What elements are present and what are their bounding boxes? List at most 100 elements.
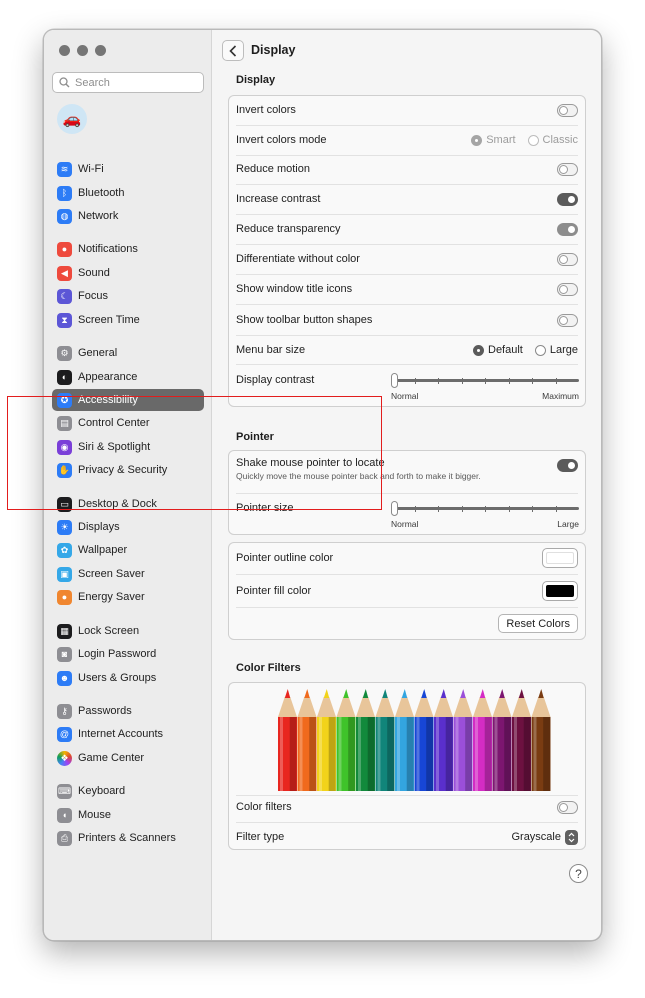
sidebar-item-keyboard[interactable]: ⌨ Keyboard	[52, 780, 204, 802]
sidebar-item-wi-fi[interactable]: ≋ Wi-Fi	[52, 158, 204, 180]
pencil-7	[395, 689, 414, 791]
pencil-4	[336, 689, 356, 791]
pencil-13	[512, 689, 531, 791]
sidebar-item-wallpaper[interactable]: ✿ Wallpaper	[52, 539, 204, 561]
differentiate-without-color-label: Differentiate without color	[236, 253, 360, 265]
hourglass-icon: ⧗	[57, 312, 72, 328]
search-field[interactable]	[52, 72, 204, 93]
sidebar-item-energy-saver[interactable]: ● Energy Saver	[52, 586, 204, 608]
slider-thumb[interactable]	[391, 501, 398, 516]
reduce-motion-label: Reduce motion	[236, 163, 310, 175]
users-icon: ☻	[57, 670, 72, 686]
radio-smart[interactable]: Smart	[471, 134, 516, 146]
avatar[interactable]: 🚗	[57, 104, 87, 134]
car-emoji: 🚗	[62, 111, 82, 128]
zoom-button[interactable]	[95, 45, 106, 56]
fill-color-label: Pointer fill color	[236, 585, 312, 597]
filter-type-select[interactable]: Grayscale	[511, 829, 578, 845]
sidebar-item-game-center[interactable]: ❖ Game Center	[52, 747, 204, 769]
mouse-icon: ◖	[57, 807, 72, 823]
at-icon: @	[57, 726, 72, 742]
close-button[interactable]	[59, 45, 70, 56]
slider-thumb[interactable]	[391, 373, 398, 388]
window-title-icons-toggle[interactable]	[557, 282, 578, 296]
differentiate-without-color-toggle[interactable]	[557, 252, 578, 266]
filter-type-value: Grayscale	[511, 831, 561, 843]
wifi-icon: ≋	[57, 161, 72, 177]
fill-color-well[interactable]	[542, 581, 578, 601]
sidebar-item-internet-accounts[interactable]: @ Internet Accounts	[52, 723, 204, 745]
sidebar-item-network[interactable]: ◍ Network	[52, 205, 204, 227]
reduce-motion-toggle[interactable]	[557, 162, 578, 176]
color-filters-label: Color filters	[236, 801, 292, 813]
pencils-preview-image	[278, 689, 551, 791]
display-settings-group: Invert colors Invert colors mode Smart C…	[228, 95, 586, 407]
pointer-size-slider[interactable]: Normal Large	[391, 500, 579, 530]
sidebar-item-bluetooth[interactable]: ᛒ Bluetooth	[52, 182, 204, 204]
back-button[interactable]	[222, 40, 244, 61]
filter-type-label: Filter type	[236, 831, 285, 843]
sidebar-item-displays[interactable]: ☀ Displays	[52, 516, 204, 538]
padlock-icon: ◙	[57, 646, 72, 662]
pencil-5	[356, 689, 375, 791]
toolbar-button-shapes-row: Show toolbar button shapes	[236, 312, 578, 328]
sidebar-item-mouse[interactable]: ◖ Mouse	[52, 804, 204, 826]
bell-icon: ●	[57, 241, 72, 257]
sidebar-item-general[interactable]: ⚙ General	[52, 342, 204, 364]
screen-saver-icon: ▣	[57, 566, 72, 582]
sidebar-item-notifications[interactable]: ● Notifications	[52, 238, 204, 260]
pencil-9	[434, 689, 453, 791]
sidebar-item-screen-time[interactable]: ⧗ Screen Time	[52, 309, 204, 331]
display-contrast-label: Display contrast	[236, 374, 315, 386]
menu-bar-size-label: Menu bar size	[236, 344, 306, 356]
sidebar-item-passwords[interactable]: ⚷ Passwords	[52, 700, 204, 722]
increase-contrast-label: Increase contrast	[236, 193, 321, 205]
sidebar-item-screen-saver[interactable]: ▣ Screen Saver	[52, 563, 204, 585]
flower-icon: ✿	[57, 542, 72, 558]
sidebar-item-lock-screen[interactable]: ▦ Lock Screen	[52, 620, 204, 642]
sidebar-item-label: Sound	[78, 267, 110, 279]
search-input[interactable]	[75, 76, 195, 89]
pencil-6	[375, 689, 395, 791]
help-button[interactable]: ?	[569, 864, 588, 883]
color-filters-toggle[interactable]	[557, 800, 578, 814]
increase-contrast-toggle[interactable]	[557, 192, 578, 206]
reduce-motion-row: Reduce motion	[236, 161, 578, 177]
outline-color-well[interactable]	[542, 548, 578, 568]
color-filters-group: Color filters Filter type Grayscale	[228, 682, 586, 850]
radio-default[interactable]: Default	[473, 344, 523, 356]
printer-icon: ⎙	[57, 830, 72, 846]
sidebar-item-label: Mouse	[78, 809, 112, 821]
differentiate-without-color-row: Differentiate without color	[236, 251, 578, 267]
invert-colors-mode-label: Invert colors mode	[236, 134, 327, 146]
invert-colors-toggle[interactable]	[557, 103, 578, 117]
toolbar-button-shapes-toggle[interactable]	[557, 313, 578, 327]
sidebar-item-label: Wallpaper	[78, 544, 128, 556]
reset-colors-button[interactable]: Reset Colors	[498, 614, 578, 633]
lock-icon: ▦	[57, 623, 72, 639]
sidebar-item-label: Displays	[78, 521, 120, 533]
sidebar-item-label: Login Password	[78, 648, 157, 660]
sidebar-item-label: Internet Accounts	[78, 728, 163, 740]
minimize-button[interactable]	[77, 45, 88, 56]
sidebar-item-sound[interactable]: ◀ Sound	[52, 262, 204, 284]
sidebar-item-label: Network	[78, 210, 119, 222]
sidebar-item-login-password[interactable]: ◙ Login Password	[52, 643, 204, 665]
shake-to-locate-toggle[interactable]	[557, 459, 578, 472]
bulb-icon: ●	[57, 589, 72, 605]
sidebar-item-label: Screen Saver	[78, 568, 145, 580]
pencil-1	[278, 689, 297, 791]
sidebar-item-printers-scanners[interactable]: ⎙ Printers & Scanners	[52, 827, 204, 849]
reduce-transparency-toggle[interactable]	[557, 222, 578, 236]
radio-large[interactable]: Large	[534, 344, 578, 356]
radio-classic[interactable]: Classic	[527, 134, 578, 146]
sidebar-item-focus[interactable]: ☾ Focus	[52, 285, 204, 307]
window-controls	[59, 45, 106, 56]
display-contrast-slider[interactable]: Normal Maximum	[391, 372, 579, 402]
color-filters-section-title: Color Filters	[236, 662, 301, 674]
sidebar-item-appearance[interactable]: ◐ Appearance	[52, 366, 204, 388]
pointer-highlight-frame	[7, 396, 382, 510]
invert-colors-mode-row: Invert colors mode Smart Classic	[236, 132, 578, 148]
pencil-2	[297, 689, 317, 791]
sidebar-item-users-groups[interactable]: ☻ Users & Groups	[52, 667, 204, 689]
